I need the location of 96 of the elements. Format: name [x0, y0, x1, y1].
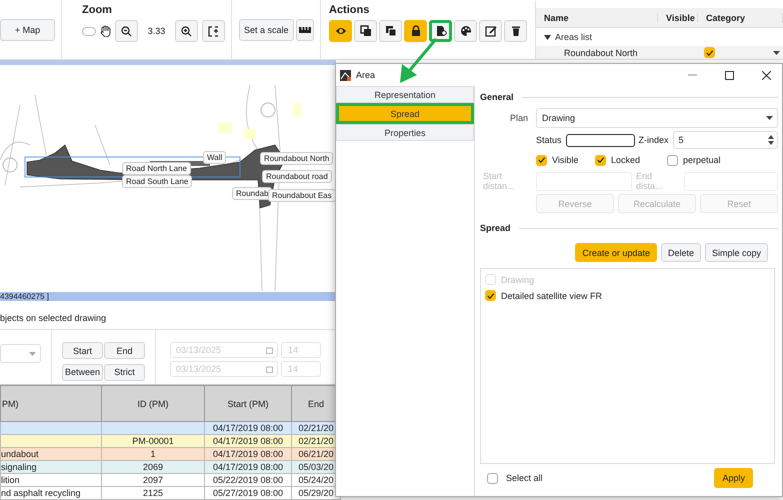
field-label: Plan	[508, 112, 529, 125]
apply-button[interactable]: Apply	[714, 468, 753, 488]
fit-view-icon	[208, 26, 220, 36]
field-label: End dista...	[636, 171, 664, 191]
date-mode-button[interactable]: Between	[62, 364, 103, 381]
map-object-label[interactable]: Roundabout road	[262, 170, 332, 183]
checkbox[interactable]	[595, 154, 606, 166]
spin-arrows-icon	[768, 135, 774, 145]
zoom-title: Zoom	[82, 4, 113, 16]
column-header: Start (PM)	[204, 386, 292, 422]
checkbox-label: Visible	[552, 155, 578, 165]
map-object-label[interactable]: Wall	[203, 151, 226, 164]
fit-view-button[interactable]	[202, 20, 226, 42]
map-object-label[interactable]: Roundabout Eas	[268, 189, 336, 202]
nav-tab[interactable]: Properties	[336, 124, 474, 141]
checkbox[interactable]	[704, 47, 715, 58]
set-scale-button[interactable]: Set a scale	[239, 18, 294, 40]
dropdown-caret-icon	[29, 352, 36, 356]
back-icon	[384, 25, 396, 37]
window-title: Area	[356, 70, 376, 80]
spread-icon	[434, 25, 446, 37]
section-title: Spread	[480, 221, 778, 235]
plan-dropdown[interactable]: Drawing	[536, 108, 778, 128]
field-label: Status	[536, 135, 562, 145]
palette-icon	[460, 25, 472, 37]
column-header: PM)	[0, 386, 102, 422]
maximize-icon	[724, 70, 734, 80]
checkbox[interactable]	[485, 290, 496, 301]
column-header: Visible	[658, 12, 698, 23]
trash-action-button[interactable]	[504, 20, 527, 42]
palette-action-button[interactable]	[454, 20, 477, 42]
trash-icon	[510, 25, 522, 37]
column-header: ID (PM)	[102, 386, 204, 422]
front-action-button[interactable]	[354, 20, 377, 42]
pan-toggle[interactable]	[82, 26, 96, 36]
expand-caret-icon	[544, 34, 551, 40]
app-icon	[340, 70, 351, 80]
map-object-label[interactable]: Road North Lane	[122, 162, 191, 175]
spread-action-button[interactable]: Delete	[660, 243, 701, 262]
table-cell: nd asphalt recycling	[0, 486, 102, 500]
zoom-in-icon	[181, 26, 192, 36]
checkbox-label: perpetual	[683, 155, 721, 165]
checkmark-icon	[486, 290, 495, 300]
checkbox-label: Locked	[611, 155, 640, 165]
map-object-label[interactable]: Road South Lane	[122, 175, 192, 188]
spread-action-button[interactable]: Simple copy	[704, 243, 768, 262]
add-map-button[interactable]: + Map	[0, 18, 55, 40]
hand-icon	[100, 25, 111, 37]
column-header: Name	[536, 12, 658, 23]
calendar-icon	[266, 346, 273, 354]
ruler-button[interactable]	[296, 18, 314, 40]
field-label: Start distan...	[482, 171, 516, 191]
actions-title: Actions	[329, 4, 370, 16]
date-mode-button[interactable]: Strict	[104, 364, 145, 381]
table-cell: 05/27/2019 08:00	[204, 486, 292, 500]
checkbox[interactable]	[536, 154, 547, 166]
table-cell: 2125	[102, 486, 204, 500]
field-label: Z-index	[638, 135, 669, 145]
status-field[interactable]	[566, 134, 635, 146]
zoom-out-icon	[120, 26, 132, 36]
list-item-label[interactable]: Detailed satellite view FR	[501, 290, 602, 300]
lock-action-button[interactable]	[404, 20, 427, 42]
edit-action-button[interactable]	[479, 20, 502, 42]
nav-tab[interactable]: Spread	[336, 103, 474, 124]
front-icon	[360, 25, 372, 37]
checkmark-icon	[596, 155, 605, 165]
lock-icon	[410, 25, 422, 37]
zoom-value: 3.33	[148, 26, 166, 36]
map-object-label[interactable]: Roundabout North	[260, 152, 334, 165]
map-object-label[interactable]: Roundab	[232, 187, 272, 200]
eye-icon	[334, 25, 346, 37]
dropdown-caret-icon[interactable]	[773, 50, 780, 55]
edit-icon	[484, 25, 496, 37]
eye-action-button[interactable]	[329, 20, 352, 42]
section-title: General	[480, 90, 778, 104]
zoom-in-button[interactable]	[175, 20, 198, 42]
spread-action-button[interactable]: Create or update	[575, 243, 657, 262]
zoom-out-button[interactable]	[114, 20, 138, 42]
date-mode-button[interactable]: Start	[62, 342, 103, 360]
column-header: Category	[698, 12, 783, 23]
nav-tab[interactable]: Representation	[336, 86, 474, 103]
dropdown-caret-icon	[766, 116, 773, 120]
ruler-icon	[298, 26, 311, 32]
checkbox-label: Select all	[506, 473, 543, 483]
z-index-spinbox[interactable]: 5	[672, 131, 778, 149]
date-mode-button[interactable]: End	[104, 342, 145, 360]
checkbox[interactable]	[487, 472, 498, 484]
checkmark-icon	[537, 155, 546, 165]
minimize-icon	[688, 74, 696, 76]
spread-action-button[interactable]	[429, 20, 452, 42]
calendar-icon	[266, 366, 273, 373]
tree-group-row[interactable]: Areas list	[536, 28, 783, 46]
close-icon	[762, 70, 770, 80]
checkmark-icon	[705, 48, 714, 58]
back-action-button[interactable]	[379, 20, 402, 42]
checkbox[interactable]	[667, 154, 678, 166]
